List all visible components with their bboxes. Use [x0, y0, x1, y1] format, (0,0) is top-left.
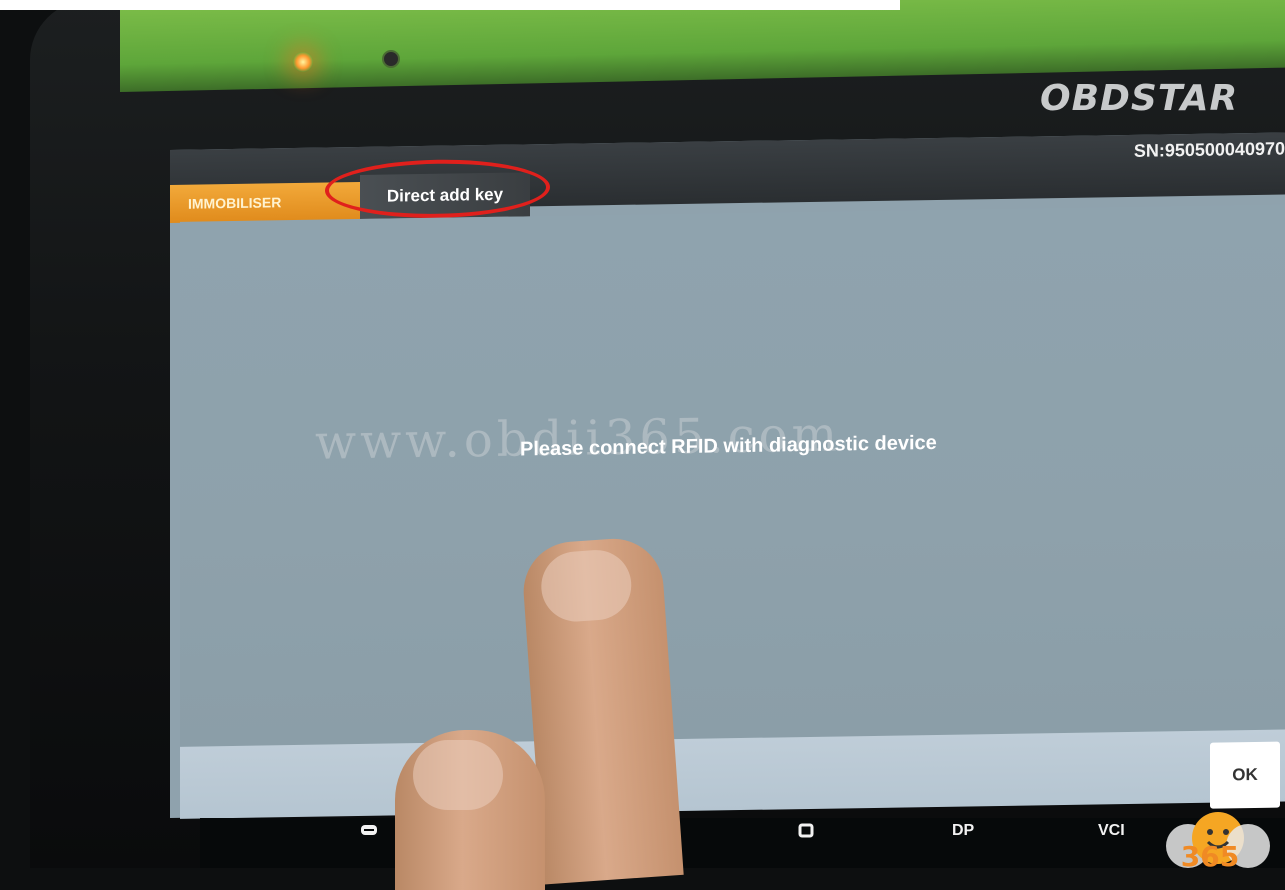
message-area: www.obdii365.com Please connect RFID wit… — [180, 204, 1285, 747]
nav-dp-button[interactable]: DP — [952, 822, 974, 840]
recent-apps-icon-svg — [798, 823, 814, 838]
fingernail — [538, 547, 634, 624]
camera-icon — [382, 50, 400, 68]
logo-text: 365 — [1181, 840, 1239, 868]
caption-strip — [0, 0, 900, 10]
thumb — [395, 730, 545, 890]
system-nav-bar: DP VCI — [200, 818, 1285, 868]
back-icon[interactable] — [360, 822, 378, 843]
fingernail — [413, 740, 503, 810]
app-screen: SN:950500040970 IMMOBILISER Direct add k… — [170, 132, 1285, 819]
brand-logo: OBDSTAR — [1040, 78, 1239, 119]
obdii365-logo: 365 — [1166, 812, 1270, 868]
nav-vci-button[interactable]: VCI — [1098, 822, 1125, 840]
recent-apps-icon[interactable] — [798, 822, 814, 843]
back-icon-svg — [361, 825, 377, 835]
serial-number: SN:950500040970 — [1133, 138, 1285, 161]
status-led — [293, 52, 313, 72]
